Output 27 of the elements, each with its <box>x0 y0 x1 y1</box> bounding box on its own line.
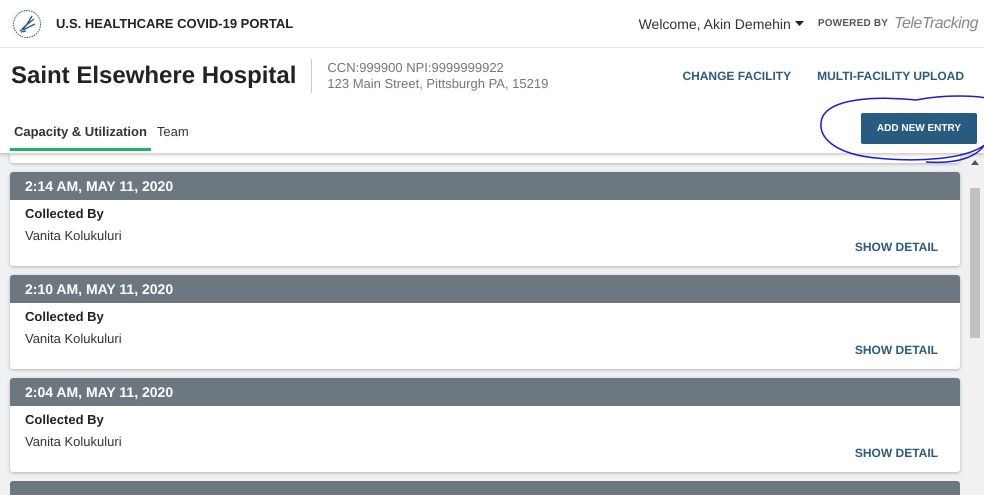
collector-name: Vanita Kolukuluri <box>25 331 123 346</box>
powered-by-label: POWERED BY <box>818 18 888 29</box>
facility-name: Saint Elsewhere Hospital <box>11 62 296 90</box>
show-detail-link[interactable]: SHOW DETAIL <box>854 446 938 460</box>
field-label: Collected By <box>25 412 105 427</box>
caret-icon <box>794 21 804 26</box>
scroll-up-icon[interactable] <box>971 160 979 165</box>
field-label: Collected By <box>25 206 105 221</box>
facility-address: 123 Main Street, Pittsburgh PA, 15219 <box>327 76 548 92</box>
scrollbar-thumb[interactable] <box>970 188 980 338</box>
entry-timestamp: 2:14 AM, MAY 11, 2020 <box>10 172 960 200</box>
entry-timestamp: 2:10 AM, MAY 11, 2020 <box>10 275 960 303</box>
show-detail-link[interactable]: SHOW DETAIL <box>854 240 938 254</box>
header-link[interactable]: MULTI-FACILITY UPLOAD <box>817 69 964 83</box>
show-detail-link[interactable]: SHOW DETAIL <box>854 343 938 357</box>
user-menu[interactable]: Welcome, Akin Demehin <box>638 16 804 32</box>
eagle-seal-logo <box>12 8 42 38</box>
portal-title: U.S. HEALTHCARE COVID-19 PORTAL <box>56 16 294 31</box>
facility-ids: CCN:999900 NPI:9999999922 <box>327 60 505 76</box>
entry-timestamp: 2:04 AM, MAY 11, 2020 <box>10 378 960 406</box>
collector-name: Vanita Kolukuluri <box>25 228 123 243</box>
brand-logo: TeleTracking <box>894 14 978 32</box>
collector-name: Vanita Kolukuluri <box>25 434 123 449</box>
add-entry-button[interactable]: ADD NEW ENTRY <box>860 113 977 144</box>
header-link[interactable]: CHANGE FACILITY <box>682 69 792 83</box>
tab[interactable]: Team <box>152 112 193 151</box>
field-label: Collected By <box>25 309 105 324</box>
